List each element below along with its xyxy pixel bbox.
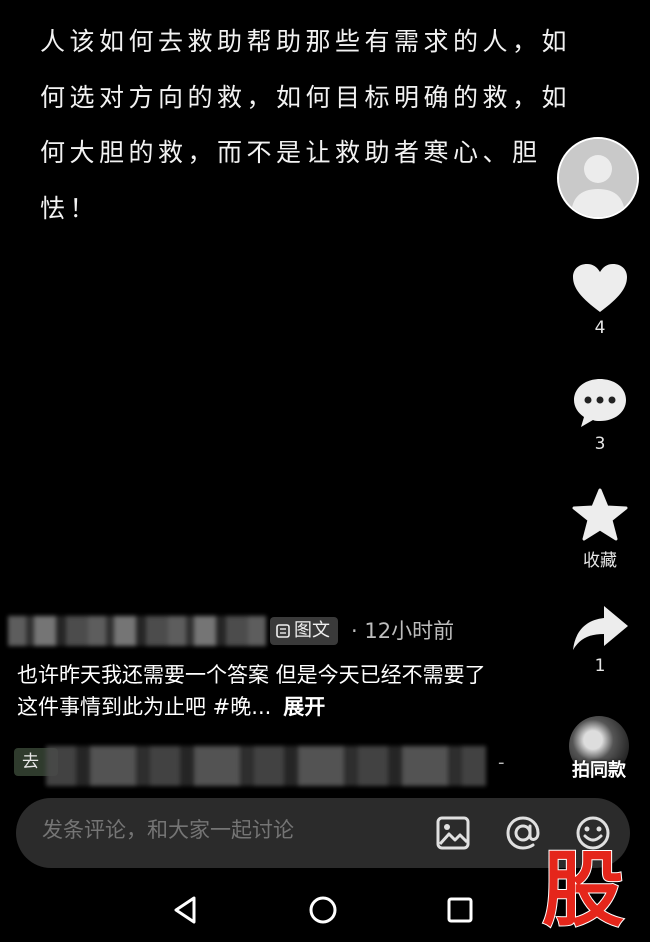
like-count: 4 [594,318,606,338]
author-name-blurred[interactable] [8,616,266,646]
back-icon[interactable] [166,890,206,930]
comment-count: 3 [594,434,606,454]
watermark-logo: 股 [541,842,625,930]
comment-input[interactable] [42,818,402,842]
home-icon[interactable] [303,890,343,930]
shoot-same-button[interactable]: 拍同款 [561,716,637,784]
share-button[interactable]: 1 [560,604,640,676]
author-avatar[interactable] [557,137,639,219]
author-row: 图文 · 12小时前 [8,614,548,648]
post-type-label: 图文 [294,620,330,641]
shoot-same-label: 拍同款 [572,760,626,781]
share-count: 1 [594,656,606,676]
link-suffix: - [498,752,505,773]
image-picker-icon[interactable] [434,814,472,852]
watermark-char: 股 [542,843,624,930]
comment-bubble-icon [574,379,626,427]
heart-icon [573,264,627,312]
product-link-row[interactable]: 去 - [14,746,505,788]
caption-text: 也许昨天我还需要一个答案 但是今天已经不需要了 这件事情到此为止吧 #晚... [17,663,486,719]
comment-button[interactable]: 3 [560,376,640,454]
share-arrow-icon [573,606,628,650]
post-time: · 12小时前 [351,619,455,643]
expand-link[interactable]: 展开 [283,695,325,719]
favorite-button[interactable]: 收藏 [560,488,640,571]
star-icon [572,488,628,541]
link-text-blurred [46,746,486,786]
post-caption: 也许昨天我还需要一个答案 但是今天已经不需要了 这件事情到此为止吧 #晚... 展… [17,659,487,723]
like-button[interactable]: 4 [560,262,640,338]
avatar-placeholder-icon [559,139,637,217]
image-text-icon [276,624,290,638]
favorite-label: 收藏 [583,551,617,571]
post-type-badge: 图文 [270,617,338,645]
post-text: 人该如何去救助帮助那些有需求的人，如何选对方向的救，如何目标明确的救，如何大胆的… [40,27,572,223]
recent-apps-icon[interactable] [440,890,480,930]
